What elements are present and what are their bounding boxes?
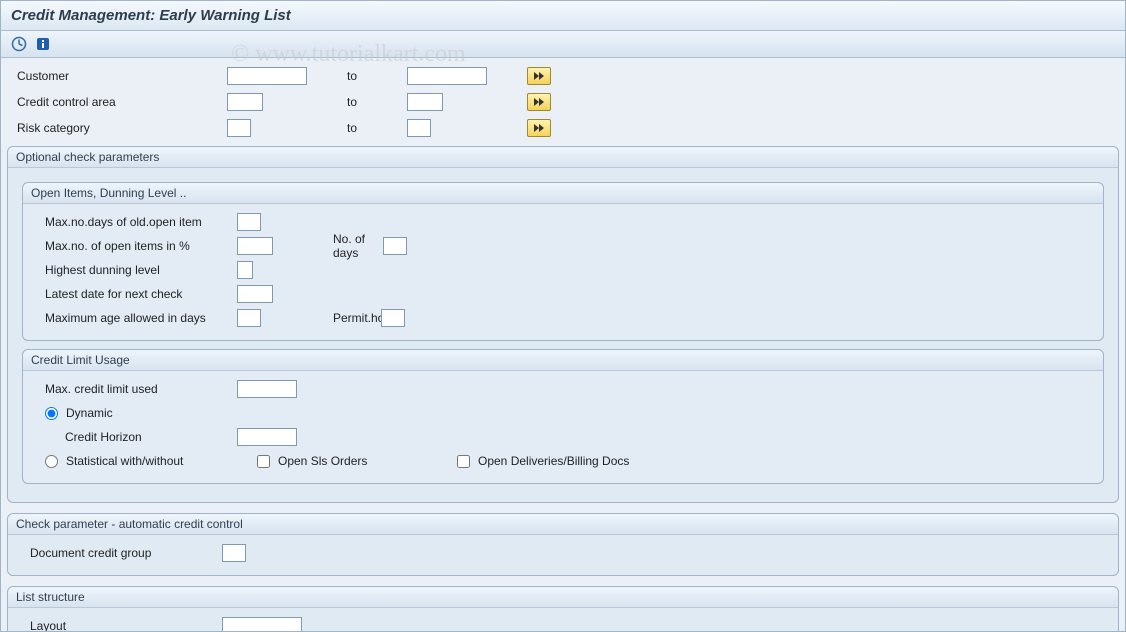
toolbar xyxy=(1,31,1125,58)
check-open-deliveries[interactable]: Open Deliveries/Billing Docs xyxy=(457,454,629,468)
credit-control-area-to-input[interactable] xyxy=(407,93,443,111)
body: Customer to Credit control area to Risk … xyxy=(1,58,1125,632)
selection-row-risk-category: Risk category to xyxy=(7,116,1119,140)
group-title-optional: Optional check parameters xyxy=(8,147,1118,168)
execute-icon[interactable] xyxy=(9,35,29,53)
radio-statistical-input[interactable] xyxy=(45,455,58,468)
group-title-open-items: Open Items, Dunning Level .. xyxy=(23,183,1103,204)
max-age-input[interactable] xyxy=(237,309,261,327)
to-label: to xyxy=(307,95,407,109)
label-max-age: Maximum age allowed in days xyxy=(27,311,237,325)
customer-from-input[interactable] xyxy=(227,67,307,85)
label-document-credit-group: Document credit group xyxy=(12,546,222,560)
label-credit-control-area: Credit control area xyxy=(7,95,227,109)
credit-control-area-from-input[interactable] xyxy=(227,93,263,111)
selection-row-customer: Customer to xyxy=(7,64,1119,88)
risk-category-from-input[interactable] xyxy=(227,119,251,137)
customer-multiple-selection[interactable] xyxy=(527,67,551,85)
credit-control-area-multiple-selection[interactable] xyxy=(527,93,551,111)
document-credit-group-input[interactable] xyxy=(222,544,246,562)
no-of-days-input[interactable] xyxy=(383,237,407,255)
latest-date-input[interactable] xyxy=(237,285,273,303)
label-latest-date: Latest date for next check xyxy=(27,287,237,301)
label-risk-category: Risk category xyxy=(7,121,227,135)
permit-hours-input[interactable] xyxy=(381,309,405,327)
risk-category-to-input[interactable] xyxy=(407,119,431,137)
group-optional-check-parameters: Optional check parameters Open Items, Du… xyxy=(7,146,1119,503)
radio-dynamic[interactable]: Dynamic xyxy=(27,406,113,420)
label-max-days-old: Max.no.days of old.open item xyxy=(27,215,237,229)
info-icon[interactable] xyxy=(33,35,53,53)
highest-dunning-input[interactable] xyxy=(237,261,253,279)
label-layout: Layout xyxy=(12,619,222,632)
radio-statistical[interactable]: Statistical with/without xyxy=(27,454,257,468)
page-title: Credit Management: Early Warning List xyxy=(11,7,291,24)
check-open-sls-orders-input[interactable] xyxy=(257,455,270,468)
check-open-sls-orders-label: Open Sls Orders xyxy=(278,454,367,468)
label-credit-horizon: Credit Horizon xyxy=(27,430,237,444)
check-open-deliveries-input[interactable] xyxy=(457,455,470,468)
group-auto-credit-control: Check parameter - automatic credit contr… xyxy=(7,513,1119,576)
check-open-deliveries-label: Open Deliveries/Billing Docs xyxy=(478,454,629,468)
max-open-pct-input[interactable] xyxy=(237,237,273,255)
max-credit-used-input[interactable] xyxy=(237,380,297,398)
to-label: to xyxy=(307,121,407,135)
label-permit-hours: Permit.hours xyxy=(261,311,381,325)
label-customer: Customer xyxy=(7,69,227,83)
label-max-credit-used: Max. credit limit used xyxy=(27,382,237,396)
group-list-structure: List structure Layout Communication Data… xyxy=(7,586,1119,632)
radio-statistical-label: Statistical with/without xyxy=(66,454,183,468)
customer-to-input[interactable] xyxy=(407,67,487,85)
max-days-old-input[interactable] xyxy=(237,213,261,231)
label-no-of-days: No. of days xyxy=(273,232,383,260)
group-credit-limit-usage: Credit Limit Usage Max. credit limit use… xyxy=(22,349,1104,484)
group-title-auto-credit: Check parameter - automatic credit contr… xyxy=(8,514,1118,535)
label-max-open-pct: Max.no. of open items in % xyxy=(27,239,237,253)
to-label: to xyxy=(307,69,407,83)
group-title-list-structure: List structure xyxy=(8,587,1118,608)
group-title-credit-limit: Credit Limit Usage xyxy=(23,350,1103,371)
label-highest-dunning: Highest dunning level xyxy=(27,263,237,277)
selection-row-credit-control-area: Credit control area to xyxy=(7,90,1119,114)
radio-dynamic-input[interactable] xyxy=(45,407,58,420)
check-open-sls-orders[interactable]: Open Sls Orders xyxy=(257,454,457,468)
group-open-items: Open Items, Dunning Level .. Max.no.days… xyxy=(22,182,1104,341)
app-window: Credit Management: Early Warning List © … xyxy=(0,0,1126,632)
titlebar: Credit Management: Early Warning List xyxy=(1,1,1125,31)
radio-dynamic-label: Dynamic xyxy=(66,406,113,420)
risk-category-multiple-selection[interactable] xyxy=(527,119,551,137)
credit-horizon-input[interactable] xyxy=(237,428,297,446)
layout-input[interactable] xyxy=(222,617,302,632)
